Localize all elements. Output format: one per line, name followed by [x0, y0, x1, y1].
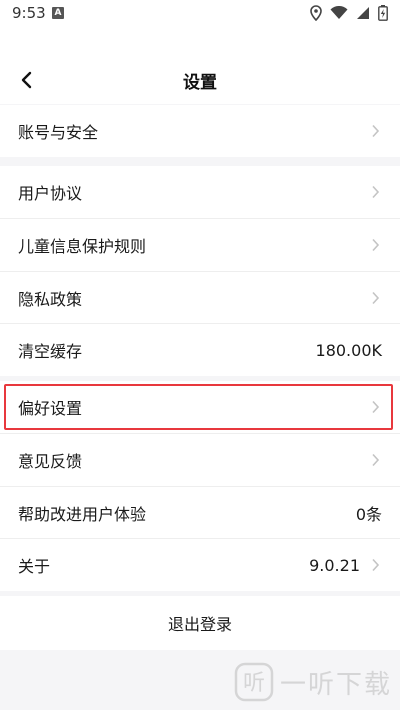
settings-item-user-agreement[interactable]: 用户协议 [0, 166, 400, 218]
improve-count-value: 0条 [355, 505, 382, 524]
settings-item-preferences[interactable]: 偏好设置 [0, 381, 400, 433]
status-icons [310, 5, 388, 21]
chevron-right-icon [368, 185, 382, 199]
chevron-right-icon [368, 400, 382, 414]
chevron-right-icon [368, 238, 382, 252]
chevron-right-icon [368, 453, 382, 467]
settings-item-label: 儿童信息保护规则 [18, 237, 147, 256]
status-bar: 9:53 A [0, 0, 400, 28]
svg-text:听: 听 [243, 671, 265, 696]
chevron-right-icon [368, 291, 382, 305]
settings-item-label: 隐私政策 [18, 290, 83, 309]
watermark-text: 一听下载 [279, 669, 392, 700]
settings-item-feedback[interactable]: 意见反馈 [0, 434, 400, 486]
settings-item-child-protection[interactable]: 儿童信息保护规则 [0, 219, 400, 271]
settings-item-label: 帮助改进用户体验 [18, 505, 147, 524]
version-value: 9.0.21 [309, 555, 360, 575]
settings-item-label: 账号与安全 [18, 123, 99, 142]
location-icon [310, 5, 322, 21]
settings-item-label: 关于 [18, 557, 51, 576]
wifi-icon [330, 6, 348, 19]
chevron-right-icon [368, 124, 382, 138]
notification-a-icon: A [52, 7, 64, 19]
battery-icon [378, 5, 388, 21]
settings-item-label: 清空缓存 [18, 342, 83, 361]
logout-button[interactable]: 退出登录 [0, 596, 400, 650]
settings-item-label: 偏好设置 [18, 399, 83, 418]
settings-item-label: 用户协议 [18, 184, 83, 203]
signal-icon [357, 7, 369, 19]
status-time: 9:53 [12, 4, 46, 22]
watermark-logo-icon: 听 [234, 662, 274, 702]
chevron-right-icon [368, 558, 382, 572]
cache-size-value: 180.00K [315, 340, 382, 360]
watermark: 听 一听下载 [234, 662, 392, 702]
settings-item-account-security[interactable]: 账号与安全 [0, 105, 400, 157]
page-title: 设置 [183, 73, 217, 93]
settings-item-clear-cache[interactable]: 清空缓存 180.00K [0, 324, 400, 376]
settings-item-privacy-policy[interactable]: 隐私政策 [0, 272, 400, 324]
settings-item-improve-experience[interactable]: 帮助改进用户体验 0条 [0, 487, 400, 539]
settings-item-label: 意见反馈 [18, 452, 83, 471]
nav-bar: 设置 [0, 28, 400, 104]
settings-item-about[interactable]: 关于 9.0.21 [0, 539, 400, 591]
